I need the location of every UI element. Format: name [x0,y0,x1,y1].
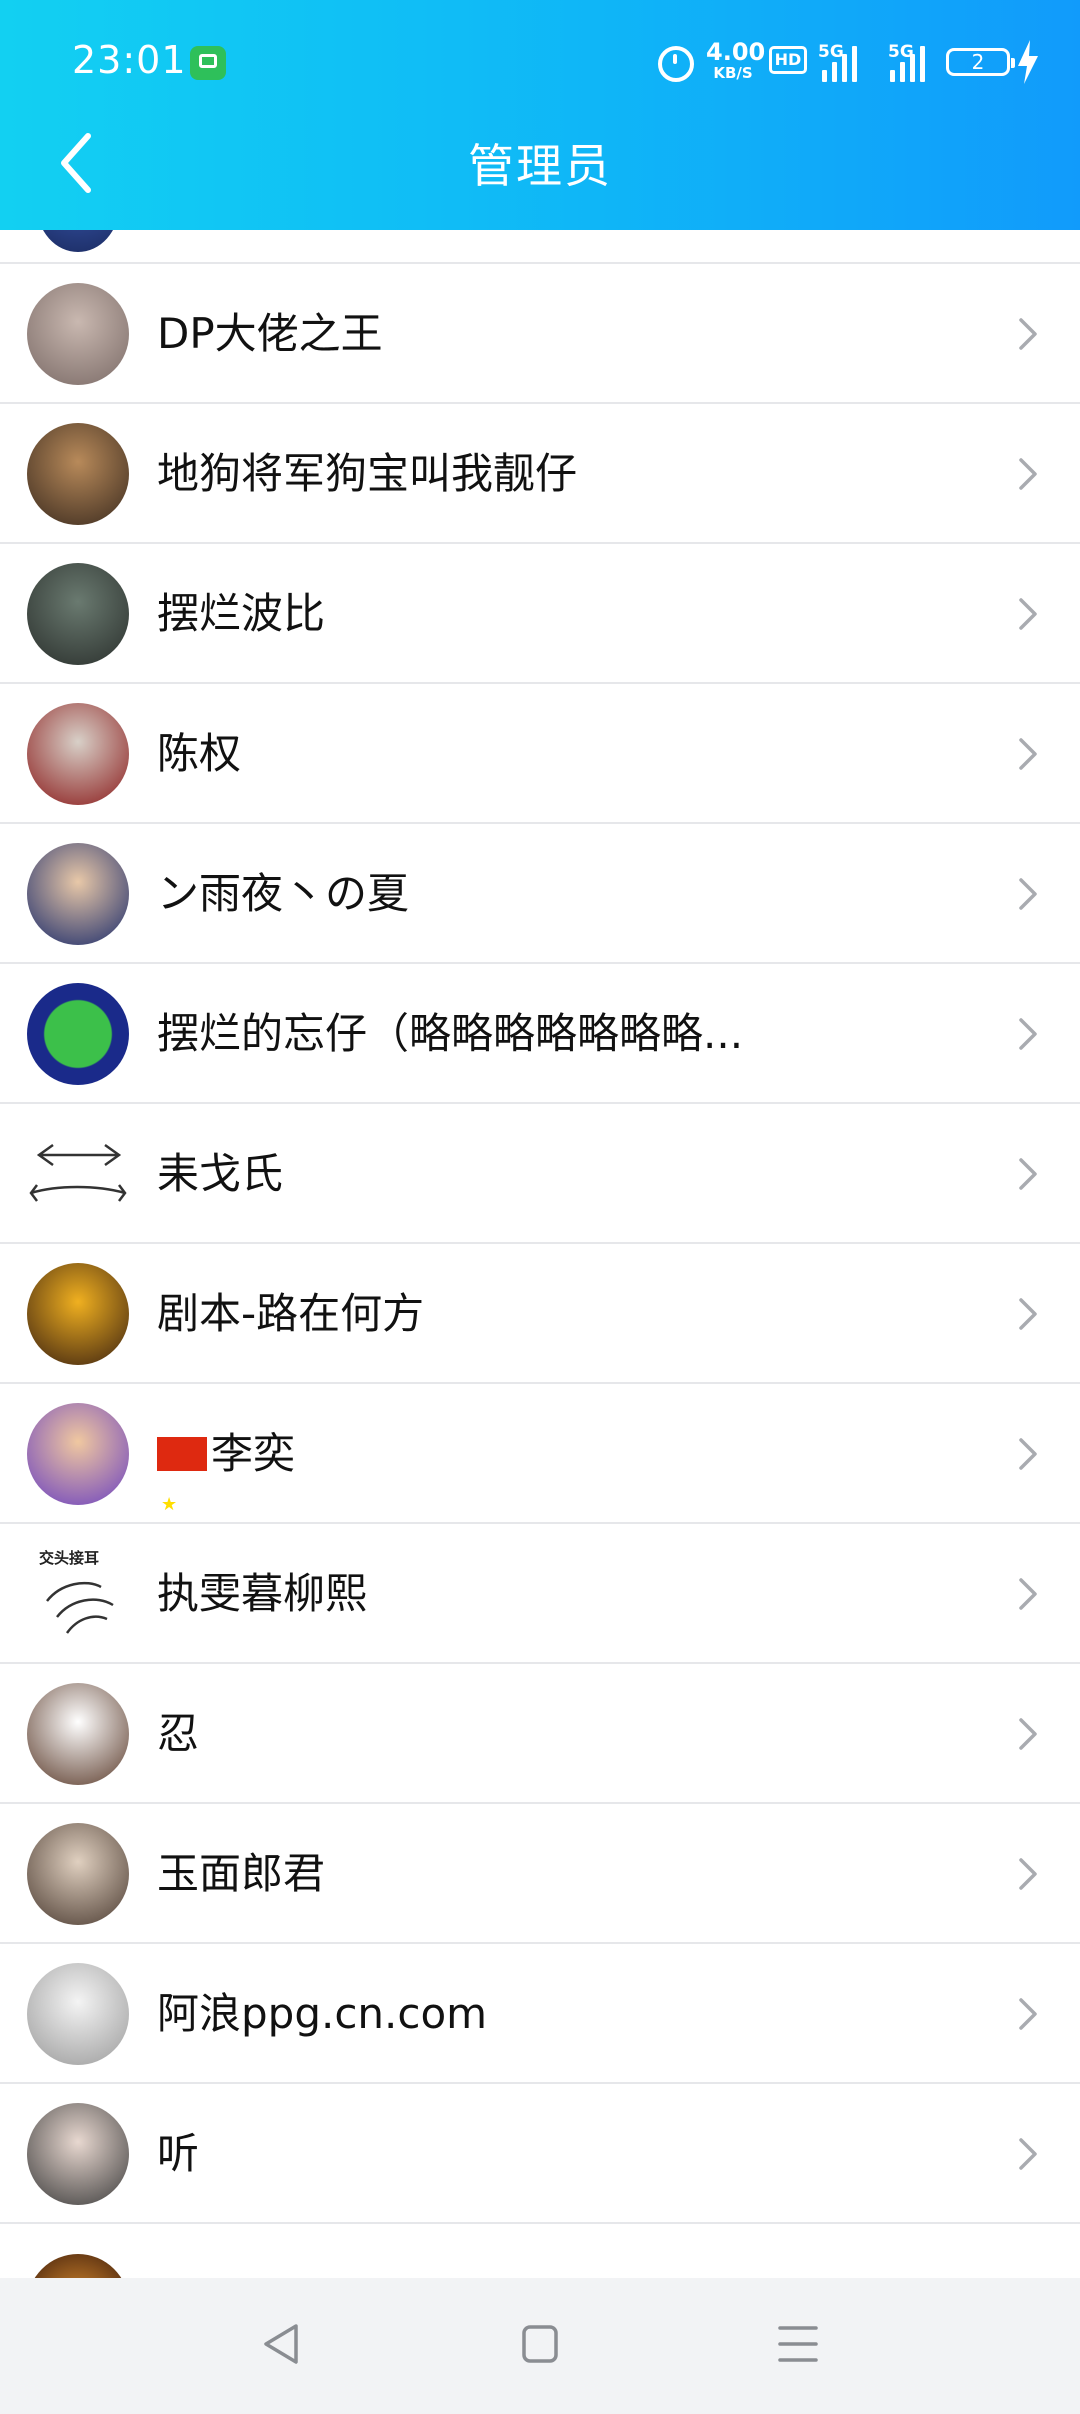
message-notification-icon [190,46,226,80]
avatar [27,703,129,805]
chevron-right-icon [1019,1578,1037,1610]
list-item-partial-bottom[interactable] [0,2240,1080,2278]
avatar [37,230,119,252]
list-item[interactable]: 李奕 [0,1384,1080,1575]
network-speed-value: 4.00 [706,38,766,66]
member-name: 摆烂波比 [157,589,326,638]
member-name: 听 [157,2129,200,2178]
avatar [27,1403,129,1505]
chevron-right-icon [1019,318,1037,350]
member-name: ン雨夜丶の夏 [157,869,410,918]
list-item[interactable]: 耒戈氏 [0,1104,1080,1244]
avatar [27,843,129,945]
list-item[interactable]: ン雨夜丶の夏 [0,824,1080,964]
chevron-right-icon [1019,598,1037,630]
member-name: 忍 [157,1709,200,1758]
list-item-partial-top[interactable] [0,230,1080,264]
signal-sim1-icon: 5G [818,42,870,82]
list-item[interactable]: 听 [0,2084,1080,2224]
sim1-label: 5G [818,42,844,62]
nav-menu-button[interactable] [768,2314,828,2374]
member-name: 李奕 [157,1384,296,1575]
nav-back-button[interactable] [252,2314,312,2374]
list-item[interactable]: DP大佬之王 [0,264,1080,404]
list-item[interactable]: 交头接耳执雯暮柳熙 [0,1524,1080,1664]
list-item[interactable]: 摆烂的忘仔（略略略略略略略... [0,964,1080,1104]
chevron-right-icon [1019,1018,1037,1050]
list-item[interactable]: 剧本-路在何方 [0,1244,1080,1384]
status-time: 23:01 [72,38,187,82]
avatar [27,1683,129,1785]
list-item[interactable]: 忍 [0,1664,1080,1804]
chevron-right-icon [1019,1438,1037,1470]
hd-voice-icon: HD [769,46,807,74]
nav-home-button[interactable] [510,2314,570,2374]
alarm-icon [658,46,694,82]
page-title: 管理员 [468,139,612,193]
avatar [27,423,129,525]
chevron-right-icon [1019,2138,1037,2170]
avatar [27,1123,129,1225]
avatar [27,1823,129,1925]
member-name: 摆烂的忘仔（略略略略略略略... [157,1009,744,1058]
title-bar: 23:01 4.00 KB/S HD 5G 5G 2 管理员 [0,0,1080,230]
avatar [27,1263,129,1365]
member-name: 地狗将军狗宝叫我靓仔 [157,449,578,498]
member-name: 剧本-路在何方 [157,1289,425,1338]
system-nav-bar [0,2278,1080,2414]
list-item[interactable]: 玉面郎君 [0,1804,1080,1944]
member-name-text: 李奕 [211,1429,296,1478]
network-speed: 4.00 KB/S [706,38,766,82]
member-name: 耒戈氏 [157,1149,284,1198]
admin-list[interactable]: DP大佬之王地狗将军狗宝叫我靓仔 摆烂波比陈权ン雨夜丶の夏摆烂的忘仔（略略略略略略… [0,230,1080,2278]
avatar [27,2103,129,2205]
chevron-right-icon [1019,738,1037,770]
signal-sim2-icon: 5G [882,42,934,82]
avatar [27,2254,129,2278]
avatar [27,283,129,385]
list-item[interactable]: 摆烂波比 [0,544,1080,684]
chevron-right-icon [1019,1298,1037,1330]
china-flag-icon [157,1435,207,1575]
avatar [27,1963,129,2065]
chevron-right-icon [1019,1158,1037,1190]
list-item[interactable]: 陈权 [0,684,1080,824]
avatar: 交头接耳 [27,1543,129,1645]
chevron-right-icon [1019,458,1037,490]
chevron-right-icon [1019,1718,1037,1750]
member-name: 玉面郎君 [157,1849,326,1898]
chevron-right-icon [1019,1998,1037,2030]
chevron-right-icon [1019,1858,1037,1890]
list-item[interactable]: 阿浪ppg.cn.com [0,1944,1080,2084]
list-item[interactable]: 地狗将军狗宝叫我靓仔 [0,404,1080,544]
chevron-right-icon [1019,878,1037,910]
member-name: 陈权 [157,729,242,778]
avatar [27,563,129,665]
charging-bolt-icon [1018,40,1038,84]
member-name: DP大佬之王 [157,309,383,358]
battery-icon: 2 [946,48,1015,76]
member-name: 阿浪ppg.cn.com [157,1989,488,2038]
avatar [27,983,129,1085]
member-name: 执雯暮柳熙 [157,1569,368,1618]
network-speed-unit: KB/S [713,64,753,82]
avatar-caption: 交头接耳 [39,1549,100,1567]
